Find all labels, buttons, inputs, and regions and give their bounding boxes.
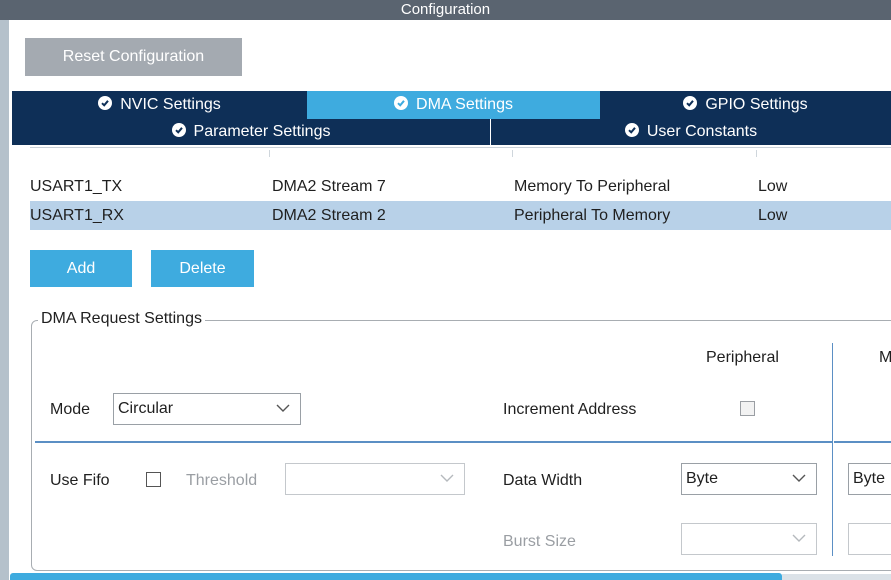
burst-size-label: Burst Size [503,533,576,550]
memory-burst-size-select[interactable] [848,523,891,555]
reset-configuration-button[interactable]: Reset Configuration [25,38,242,76]
memory-data-width-value: Byte [853,470,886,487]
threshold-select[interactable] [285,463,465,495]
peripheral-data-width-select[interactable]: Byte [681,463,817,495]
check-circle-icon [394,96,409,110]
data-width-label: Data Width [503,472,583,489]
add-button[interactable]: Add [30,250,132,287]
delete-button[interactable]: Delete [151,250,254,287]
threshold-label: Threshold [186,472,258,489]
priority-cell: Low [758,207,788,224]
direction-cell: Peripheral To Memory [514,207,671,224]
horizontal-scrollbar-thumb[interactable] [10,573,782,580]
tab-label: NVIC Settings [120,96,221,113]
peripheral-column-header: Peripheral [706,349,779,366]
chevron-down-icon [792,534,806,542]
table-row[interactable]: USART1_TX DMA2 Stream 7 Memory To Periph… [30,172,891,201]
check-circle-icon [98,96,113,110]
window-title-bar: Configuration [0,0,891,20]
horizontal-scrollbar-track[interactable] [782,574,891,580]
mode-label: Mode [50,401,91,418]
window-title: Configuration [400,1,491,18]
stream-cell: DMA2 Stream 2 [272,207,386,224]
direction-cell: Memory To Peripheral [514,178,671,195]
dma-table-header [30,147,891,157]
dma-request-cell: USART1_TX [30,178,123,195]
tab-label: User Constants [646,123,758,140]
tab-gpio-settings[interactable]: GPIO Settings [600,91,891,119]
peripheral-data-width-value: Byte [686,470,719,487]
chevron-down-icon [440,474,454,482]
chevron-down-icon [792,474,806,482]
mode-select[interactable]: Circular [113,393,301,425]
use-fifo-checkbox[interactable] [146,472,161,487]
section-divider [834,441,891,443]
column-separator[interactable] [512,150,513,157]
memory-data-width-select[interactable]: Byte [848,463,891,495]
use-fifo-label: Use Fifo [50,472,110,489]
chevron-down-icon [276,404,290,412]
tab-parameter-settings[interactable]: Parameter Settings [12,119,490,145]
tab-label: Parameter Settings [193,123,331,140]
memory-column-header: M [879,349,891,366]
priority-cell: Low [758,178,788,195]
increment-address-label: Increment Address [503,401,637,418]
tab-nvic-settings[interactable]: NVIC Settings [12,91,307,119]
check-circle-icon [683,96,698,110]
column-separator[interactable] [756,150,757,157]
section-divider [35,441,832,443]
stream-cell: DMA2 Stream 7 [272,178,386,195]
peripheral-increment-checkbox[interactable] [740,401,755,416]
table-row-selected[interactable]: USART1_RX DMA2 Stream 2 Peripheral To Me… [30,201,891,230]
tab-label: GPIO Settings [705,96,808,113]
column-divider [832,343,833,556]
tab-label: DMA Settings [416,96,513,113]
tab-dma-settings[interactable]: DMA Settings [307,91,600,119]
peripheral-burst-size-select[interactable] [681,523,817,555]
check-circle-icon [171,123,186,137]
tab-user-constants[interactable]: User Constants [491,119,891,145]
dma-request-cell: USART1_RX [30,207,124,224]
left-panel-edge [0,20,9,580]
group-legend: DMA Request Settings [38,309,205,329]
mode-value: Circular [118,400,174,417]
check-circle-icon [624,123,639,137]
column-separator[interactable] [269,150,270,157]
